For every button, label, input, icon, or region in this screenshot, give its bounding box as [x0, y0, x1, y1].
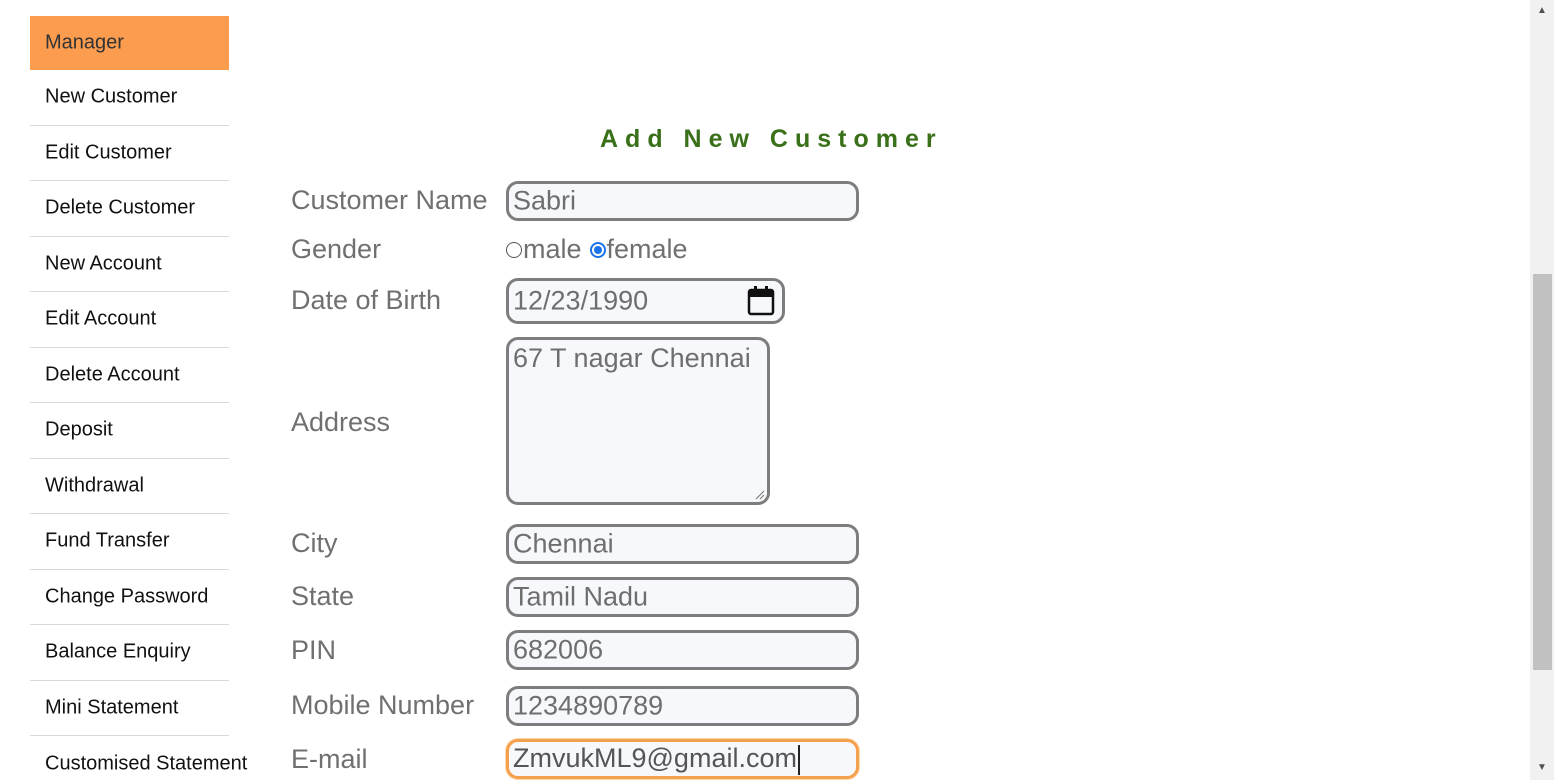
pin-label: PIN	[291, 635, 337, 665]
sidebar-item-new-account[interactable]: New Account	[30, 237, 229, 292]
email-value: ZmvukML9@gmail.com	[513, 743, 797, 774]
city-value: Chennai	[513, 528, 614, 559]
address-value: 67 T nagar Chennai	[513, 343, 751, 373]
sidebar-item-label[interactable]: Delete Customer	[45, 197, 195, 220]
gender-radio-group: male female	[506, 234, 696, 265]
sidebar-item-label[interactable]: Delete Account	[45, 363, 180, 386]
dob-input[interactable]: 12/23/1990	[506, 278, 785, 324]
sidebar-item-label[interactable]: Manager	[45, 32, 124, 55]
customer-name-value: Sabri	[513, 185, 577, 216]
sidebar-item-delete-customer[interactable]: Delete Customer	[30, 181, 229, 237]
sidebar-item-fund-transfer[interactable]: Fund Transfer	[30, 514, 229, 570]
address-label: Address	[291, 407, 391, 437]
sidebar-item-new-customer[interactable]: New Customer	[30, 70, 229, 126]
sidebar-item-withdrawal[interactable]: Withdrawal	[30, 459, 229, 514]
sidebar-item-balance-enquiry[interactable]: Balance Enquiry	[30, 625, 229, 681]
resize-handle-icon[interactable]	[754, 489, 765, 500]
customer-name-label: Customer Name	[291, 185, 488, 215]
gender-female-label[interactable]: female	[607, 234, 688, 265]
sidebar-item-change-password[interactable]: Change Password	[30, 570, 229, 625]
email-input[interactable]: ZmvukML9@gmail.com	[506, 739, 859, 779]
sidebar-item-edit-account[interactable]: Edit Account	[30, 292, 229, 348]
sidebar-item-edit-customer[interactable]: Edit Customer	[30, 126, 229, 181]
sidebar-item-customised-statement[interactable]: Customised Statement	[30, 736, 247, 780]
sidebar-item-label[interactable]: Mini Statement	[45, 696, 178, 719]
mobile-number-value: 1234890789	[513, 690, 664, 721]
scroll-up-arrow-icon[interactable]: ▲	[1530, 3, 1554, 19]
sidebar-item-label[interactable]: Customised Statement	[45, 752, 247, 775]
dob-label: Date of Birth	[291, 285, 442, 315]
sidebar-menu: Manager New Customer Edit Customer Delet…	[30, 16, 247, 780]
scrollbar-thumb[interactable]	[1533, 274, 1552, 670]
mobile-number-label: Mobile Number	[291, 690, 475, 720]
sidebar-item-label[interactable]: New Customer	[45, 86, 177, 109]
address-textarea[interactable]: 67 T nagar Chennai	[506, 337, 770, 505]
pin-value: 682006	[513, 634, 604, 665]
vertical-scrollbar[interactable]: ▲ ▼	[1530, 0, 1554, 780]
gender-male-label[interactable]: male	[523, 234, 582, 265]
state-value: Tamil Nadu	[513, 581, 649, 612]
sidebar-item-label[interactable]: Balance Enquiry	[45, 641, 191, 664]
city-input[interactable]: Chennai	[506, 524, 859, 564]
pin-input[interactable]: 682006	[506, 630, 859, 670]
sidebar-item-label[interactable]: Change Password	[45, 585, 208, 608]
calendar-icon[interactable]	[747, 286, 775, 316]
email-value-wrap: ZmvukML9@gmail.com	[513, 743, 800, 775]
gender-label: Gender	[291, 234, 382, 264]
scroll-down-arrow-icon[interactable]: ▼	[1530, 760, 1554, 776]
sidebar-item-delete-account[interactable]: Delete Account	[30, 348, 229, 403]
email-label: E-mail	[291, 744, 368, 774]
mobile-number-input[interactable]: 1234890789	[506, 686, 859, 726]
sidebar-item-label[interactable]: Fund Transfer	[45, 530, 170, 553]
page: Manager New Customer Edit Customer Delet…	[0, 0, 1554, 780]
dob-value: 12/23/1990	[513, 285, 649, 316]
page-title: Add New Customer	[600, 125, 943, 153]
sidebar-item-manager[interactable]: Manager	[30, 16, 229, 70]
sidebar-item-label[interactable]: Withdrawal	[45, 474, 144, 497]
sidebar-item-label[interactable]: New Account	[45, 252, 162, 275]
sidebar-item-label[interactable]: Edit Account	[45, 308, 156, 331]
sidebar-item-label[interactable]: Edit Customer	[45, 141, 172, 164]
customer-name-input[interactable]: Sabri	[506, 181, 859, 221]
gender-male-radio[interactable]	[506, 241, 522, 258]
city-label: City	[291, 528, 338, 558]
state-label: State	[291, 581, 355, 611]
gender-female-radio[interactable]	[589, 241, 606, 258]
sidebar-item-label[interactable]: Deposit	[45, 419, 113, 442]
sidebar-item-mini-statement[interactable]: Mini Statement	[30, 681, 229, 736]
state-input[interactable]: Tamil Nadu	[506, 577, 859, 617]
sidebar-item-deposit[interactable]: Deposit	[30, 403, 229, 459]
text-caret	[797, 744, 800, 775]
